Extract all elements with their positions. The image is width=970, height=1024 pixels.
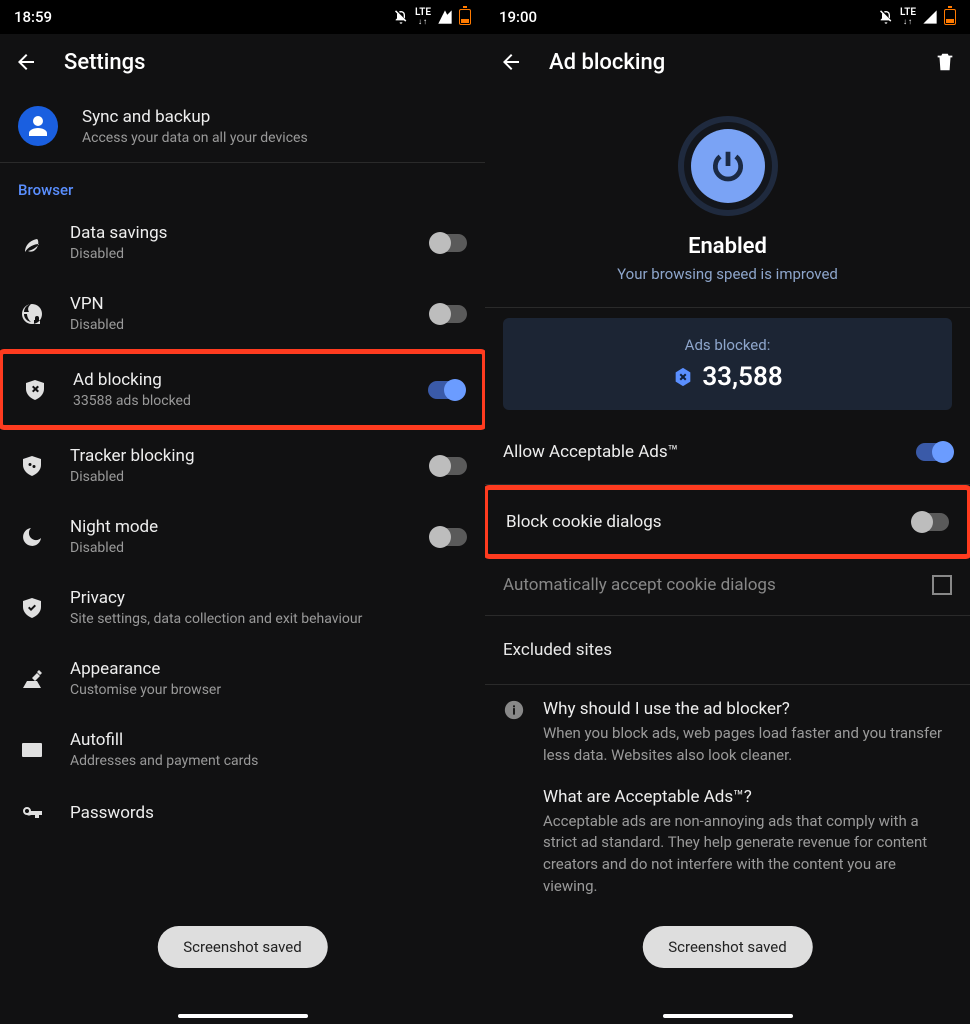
sync-row[interactable]: Sync and backup Access your data on all … xyxy=(0,90,485,162)
screen-adblocking: 19:00 LTE↓↑ Ad blocking Enabled Your bro… xyxy=(485,0,970,1024)
header: Settings xyxy=(0,34,485,90)
stat-label: Ads blocked: xyxy=(515,336,940,354)
dnd-icon xyxy=(393,9,409,25)
appearance-row[interactable]: AppearanceCustomise your browser xyxy=(0,643,485,714)
back-icon[interactable] xyxy=(14,50,38,74)
power-status: Enabled Your browsing speed is improved xyxy=(485,90,970,307)
card-icon xyxy=(20,738,44,762)
info-why: Why should I use the ad blocker? When yo… xyxy=(485,685,970,781)
block-cookie-toggle[interactable] xyxy=(913,513,949,531)
auto-accept-checkbox xyxy=(932,575,952,595)
privacy-row[interactable]: PrivacySite settings, data collection an… xyxy=(0,572,485,643)
night-toggle[interactable] xyxy=(431,528,467,546)
auto-accept-row: Automatically accept cookie dialogs xyxy=(485,559,970,615)
info-icon xyxy=(503,699,525,721)
shield-x-icon xyxy=(23,378,47,402)
clock: 19:00 xyxy=(499,8,537,26)
lte-icon: LTE↓↑ xyxy=(415,8,431,26)
nav-handle[interactable] xyxy=(178,1014,308,1018)
highlight-block-cookie: Block cookie dialogs xyxy=(485,485,970,559)
enabled-title: Enabled xyxy=(485,234,970,259)
status-bar: 18:59 LTE↓↑ xyxy=(0,0,485,34)
sync-title: Sync and backup xyxy=(82,107,467,127)
tracker-row[interactable]: Tracker blockingDisabled xyxy=(0,430,485,501)
dnd-icon xyxy=(878,9,894,25)
avatar-icon xyxy=(18,106,58,146)
shield-check-icon xyxy=(20,596,44,620)
data-savings-toggle[interactable] xyxy=(431,234,467,252)
header: Ad blocking xyxy=(485,34,970,90)
shield-footprint-icon xyxy=(20,454,44,478)
toast: Screenshot saved xyxy=(642,926,812,968)
status-bar: 19:00 LTE↓↑ xyxy=(485,0,970,34)
lte-icon: LTE↓↑ xyxy=(900,8,916,26)
moon-icon xyxy=(20,525,44,549)
trash-icon[interactable] xyxy=(934,51,956,73)
excluded-sites-row[interactable]: Excluded sites xyxy=(485,616,970,684)
page-title: Settings xyxy=(64,50,145,75)
toast: Screenshot saved xyxy=(157,926,327,968)
power-icon xyxy=(709,147,747,185)
tracker-toggle[interactable] xyxy=(431,457,467,475)
ad-blocking-toggle[interactable] xyxy=(428,381,464,399)
signal-icon xyxy=(437,9,453,25)
key-icon xyxy=(20,801,44,825)
sync-sub: Access your data on all your devices xyxy=(82,130,467,146)
paint-icon xyxy=(20,667,44,691)
enabled-sub: Your browsing speed is improved xyxy=(485,265,970,283)
section-browser: Browser xyxy=(0,163,485,207)
vpn-row[interactable]: VPNDisabled xyxy=(0,278,485,349)
status-icons: LTE↓↑ xyxy=(393,8,471,26)
stat-count: 33,588 xyxy=(702,362,782,392)
highlight-ad-blocking: Ad blocking33588 ads blocked xyxy=(0,349,485,430)
globe-lock-icon xyxy=(20,302,44,326)
battery-icon xyxy=(459,9,471,25)
screen-settings: 18:59 LTE↓↑ Settings Sync and backup Acc… xyxy=(0,0,485,1024)
vpn-toggle[interactable] xyxy=(431,305,467,323)
power-button[interactable] xyxy=(678,116,778,216)
passwords-row[interactable]: Passwords xyxy=(0,785,485,829)
signal-icon xyxy=(922,9,938,25)
night-row[interactable]: Night modeDisabled xyxy=(0,501,485,572)
block-cookie-row[interactable]: Block cookie dialogs xyxy=(488,490,967,554)
nav-handle[interactable] xyxy=(663,1014,793,1018)
allow-acceptable-ads-row[interactable]: Allow Acceptable Ads™ xyxy=(485,420,970,484)
autofill-row[interactable]: AutofillAddresses and payment cards xyxy=(0,714,485,785)
battery-icon xyxy=(944,9,956,25)
back-icon[interactable] xyxy=(499,50,523,74)
allow-ads-toggle[interactable] xyxy=(916,443,952,461)
hex-x-icon xyxy=(672,366,694,388)
ads-blocked-card: Ads blocked: 33,588 xyxy=(503,318,952,410)
ad-blocking-row[interactable]: Ad blocking33588 ads blocked xyxy=(3,354,482,425)
status-icons: LTE↓↑ xyxy=(878,8,956,26)
data-savings-row[interactable]: Data savingsDisabled xyxy=(0,207,485,278)
clock: 18:59 xyxy=(14,8,52,26)
info-acceptable: What are Acceptable Ads™? Acceptable ads… xyxy=(485,781,970,912)
leaf-icon xyxy=(20,231,44,255)
page-title: Ad blocking xyxy=(549,50,665,75)
